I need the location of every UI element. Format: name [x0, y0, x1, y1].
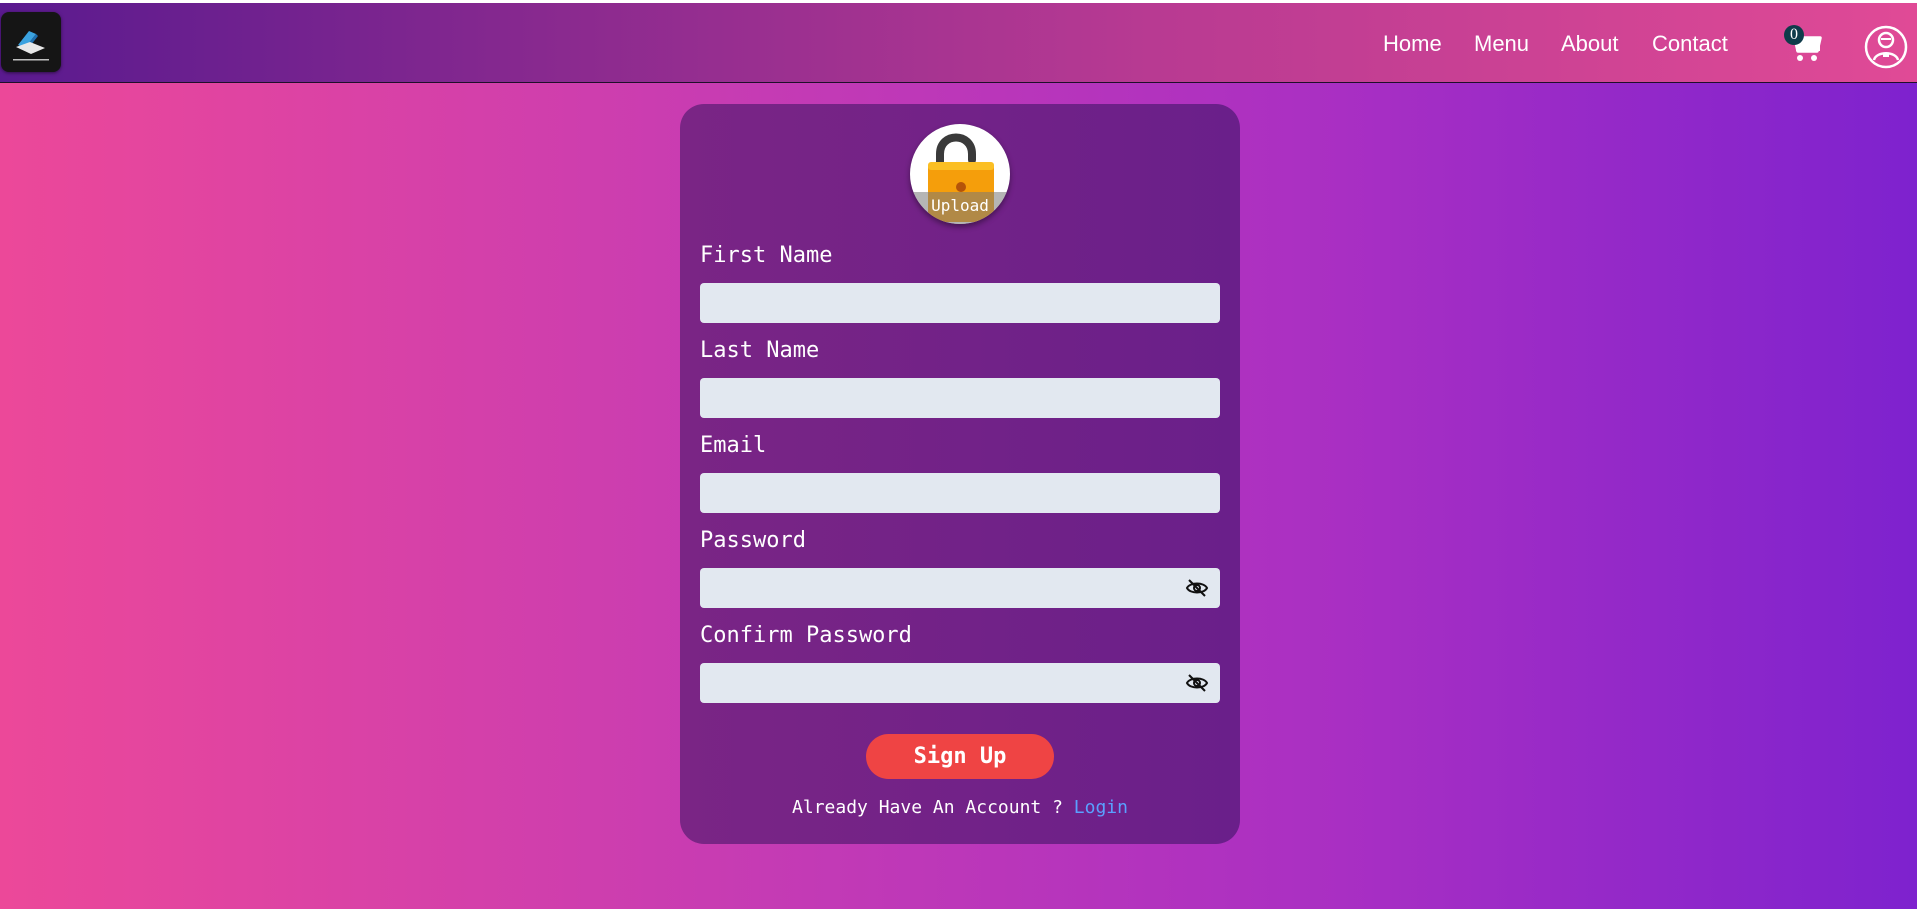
logo[interactable]: [1, 12, 61, 72]
upload-label: Upload: [931, 196, 989, 215]
nav-link-contact[interactable]: Contact: [1652, 31, 1728, 57]
nav-link-menu[interactable]: Menu: [1474, 31, 1529, 57]
password-label: Password: [700, 528, 806, 553]
user-avatar-icon: [1864, 25, 1908, 69]
email-input[interactable]: [700, 473, 1220, 513]
site-header: Home Menu About Contact 0: [0, 3, 1917, 83]
nav-link-home[interactable]: Home: [1383, 31, 1442, 57]
login-prompt-text: Already Have An Account ?: [792, 797, 1074, 818]
login-prompt: Already Have An Account ? Login: [680, 797, 1240, 818]
password-visibility-toggle[interactable]: [1185, 576, 1209, 600]
last-name-label: Last Name: [700, 338, 820, 363]
last-name-input[interactable]: [700, 378, 1220, 418]
email-label: Email: [700, 433, 767, 458]
eye-off-icon: [1185, 579, 1209, 597]
sign-up-button[interactable]: Sign Up: [866, 734, 1054, 779]
login-link[interactable]: Login: [1074, 797, 1128, 818]
eye-off-icon: [1185, 674, 1209, 692]
laptop-logo-icon: [13, 31, 49, 61]
avatar-upload[interactable]: Upload: [910, 124, 1010, 224]
user-profile-button[interactable]: [1864, 25, 1908, 69]
confirm-password-visibility-toggle[interactable]: [1185, 671, 1209, 695]
first-name-label: First Name: [700, 243, 833, 268]
nav-link-about[interactable]: About: [1561, 31, 1619, 57]
cart-count-badge: 0: [1784, 25, 1804, 45]
first-name-input[interactable]: [700, 283, 1220, 323]
confirm-password-input[interactable]: [700, 663, 1220, 703]
signup-card: Upload First Name Last Name Email Passwo…: [680, 104, 1240, 844]
confirm-password-label: Confirm Password: [700, 623, 912, 648]
password-input[interactable]: [700, 568, 1220, 608]
